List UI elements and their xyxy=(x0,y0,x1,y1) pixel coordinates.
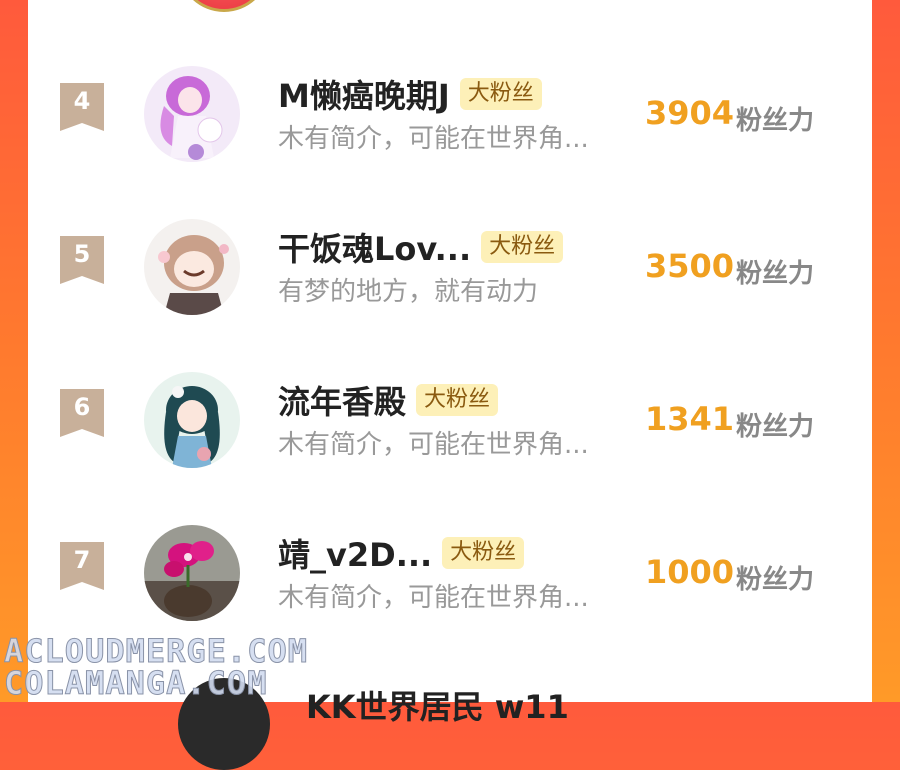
fan-power-score: 1341 xyxy=(645,400,735,438)
fan-power-label: 粉丝力 xyxy=(736,565,815,595)
fan-name[interactable]: 靖_v2D... xyxy=(278,530,432,576)
rank-number: 5 xyxy=(73,240,91,268)
fan-level-badge: 大粉丝 xyxy=(442,537,525,569)
fan-bio: 木有简介，可能在世界角... xyxy=(278,583,589,613)
fan-power-score: 3904 xyxy=(645,94,735,132)
fan-bio: 有梦的地方，就有动力 xyxy=(278,277,539,307)
fan-power-label: 粉丝力 xyxy=(736,106,815,136)
rank-number: 6 xyxy=(73,393,91,421)
anime-girl-purple-avatar[interactable] xyxy=(144,66,240,162)
list-item[interactable]: 5 干饭魂Lov... 大粉丝 有梦的地方，就有动力 3500 粉丝力 xyxy=(28,219,872,372)
fan-bio: 木有简介，可能在世界角... xyxy=(278,124,589,154)
fan-power-label: 粉丝力 xyxy=(736,412,815,442)
fan-power-label: 粉丝力 xyxy=(736,259,815,289)
list-item[interactable]: 4 M懒癌晚期J 大粉丝 木有简介，可能在世界角... 3904 粉丝力 xyxy=(28,66,872,219)
rank-number: 7 xyxy=(73,546,91,574)
fan-power-score: 1000 xyxy=(645,553,735,591)
fan-name[interactable]: 干饭魂Lov... xyxy=(278,224,471,270)
rank-number: 4 xyxy=(73,87,91,115)
chibi-girl-avatar[interactable] xyxy=(144,219,240,315)
fan-level-badge: 大粉丝 xyxy=(481,231,564,263)
rank-ribbon-icon: 7 xyxy=(60,542,104,590)
anime-girl-teal-avatar[interactable] xyxy=(144,372,240,468)
rank-ribbon-icon: 5 xyxy=(60,236,104,284)
list-item[interactable]: 6 流年香殿 大粉丝 木有简介，可能在世界角... 1341 粉丝力 xyxy=(28,372,872,525)
fan-bio: 木有简介，可能在世界角... xyxy=(278,430,589,460)
orchid-flower-avatar[interactable] xyxy=(144,525,240,621)
fan-name[interactable]: 流年香殿 xyxy=(278,377,406,423)
fan-name[interactable]: KK世界居民 w11 xyxy=(306,682,569,728)
fan-level-badge: 大粉丝 xyxy=(416,384,499,416)
fan-name[interactable]: M懒癌晚期J xyxy=(278,71,450,117)
fan-power-score: 3500 xyxy=(645,247,735,285)
fan-ranking-panel: 4 M懒癌晚期J 大粉丝 木有简介，可能在世界角... 3904 粉丝力 5 干… xyxy=(28,0,872,770)
rank-ribbon-icon: 4 xyxy=(60,83,104,131)
rank-ribbon-icon: 6 xyxy=(60,389,104,437)
fan-level-badge: 大粉丝 xyxy=(459,78,542,110)
watermark-text: COLAMANGA.COM xyxy=(3,664,268,703)
avatar[interactable] xyxy=(178,0,270,12)
